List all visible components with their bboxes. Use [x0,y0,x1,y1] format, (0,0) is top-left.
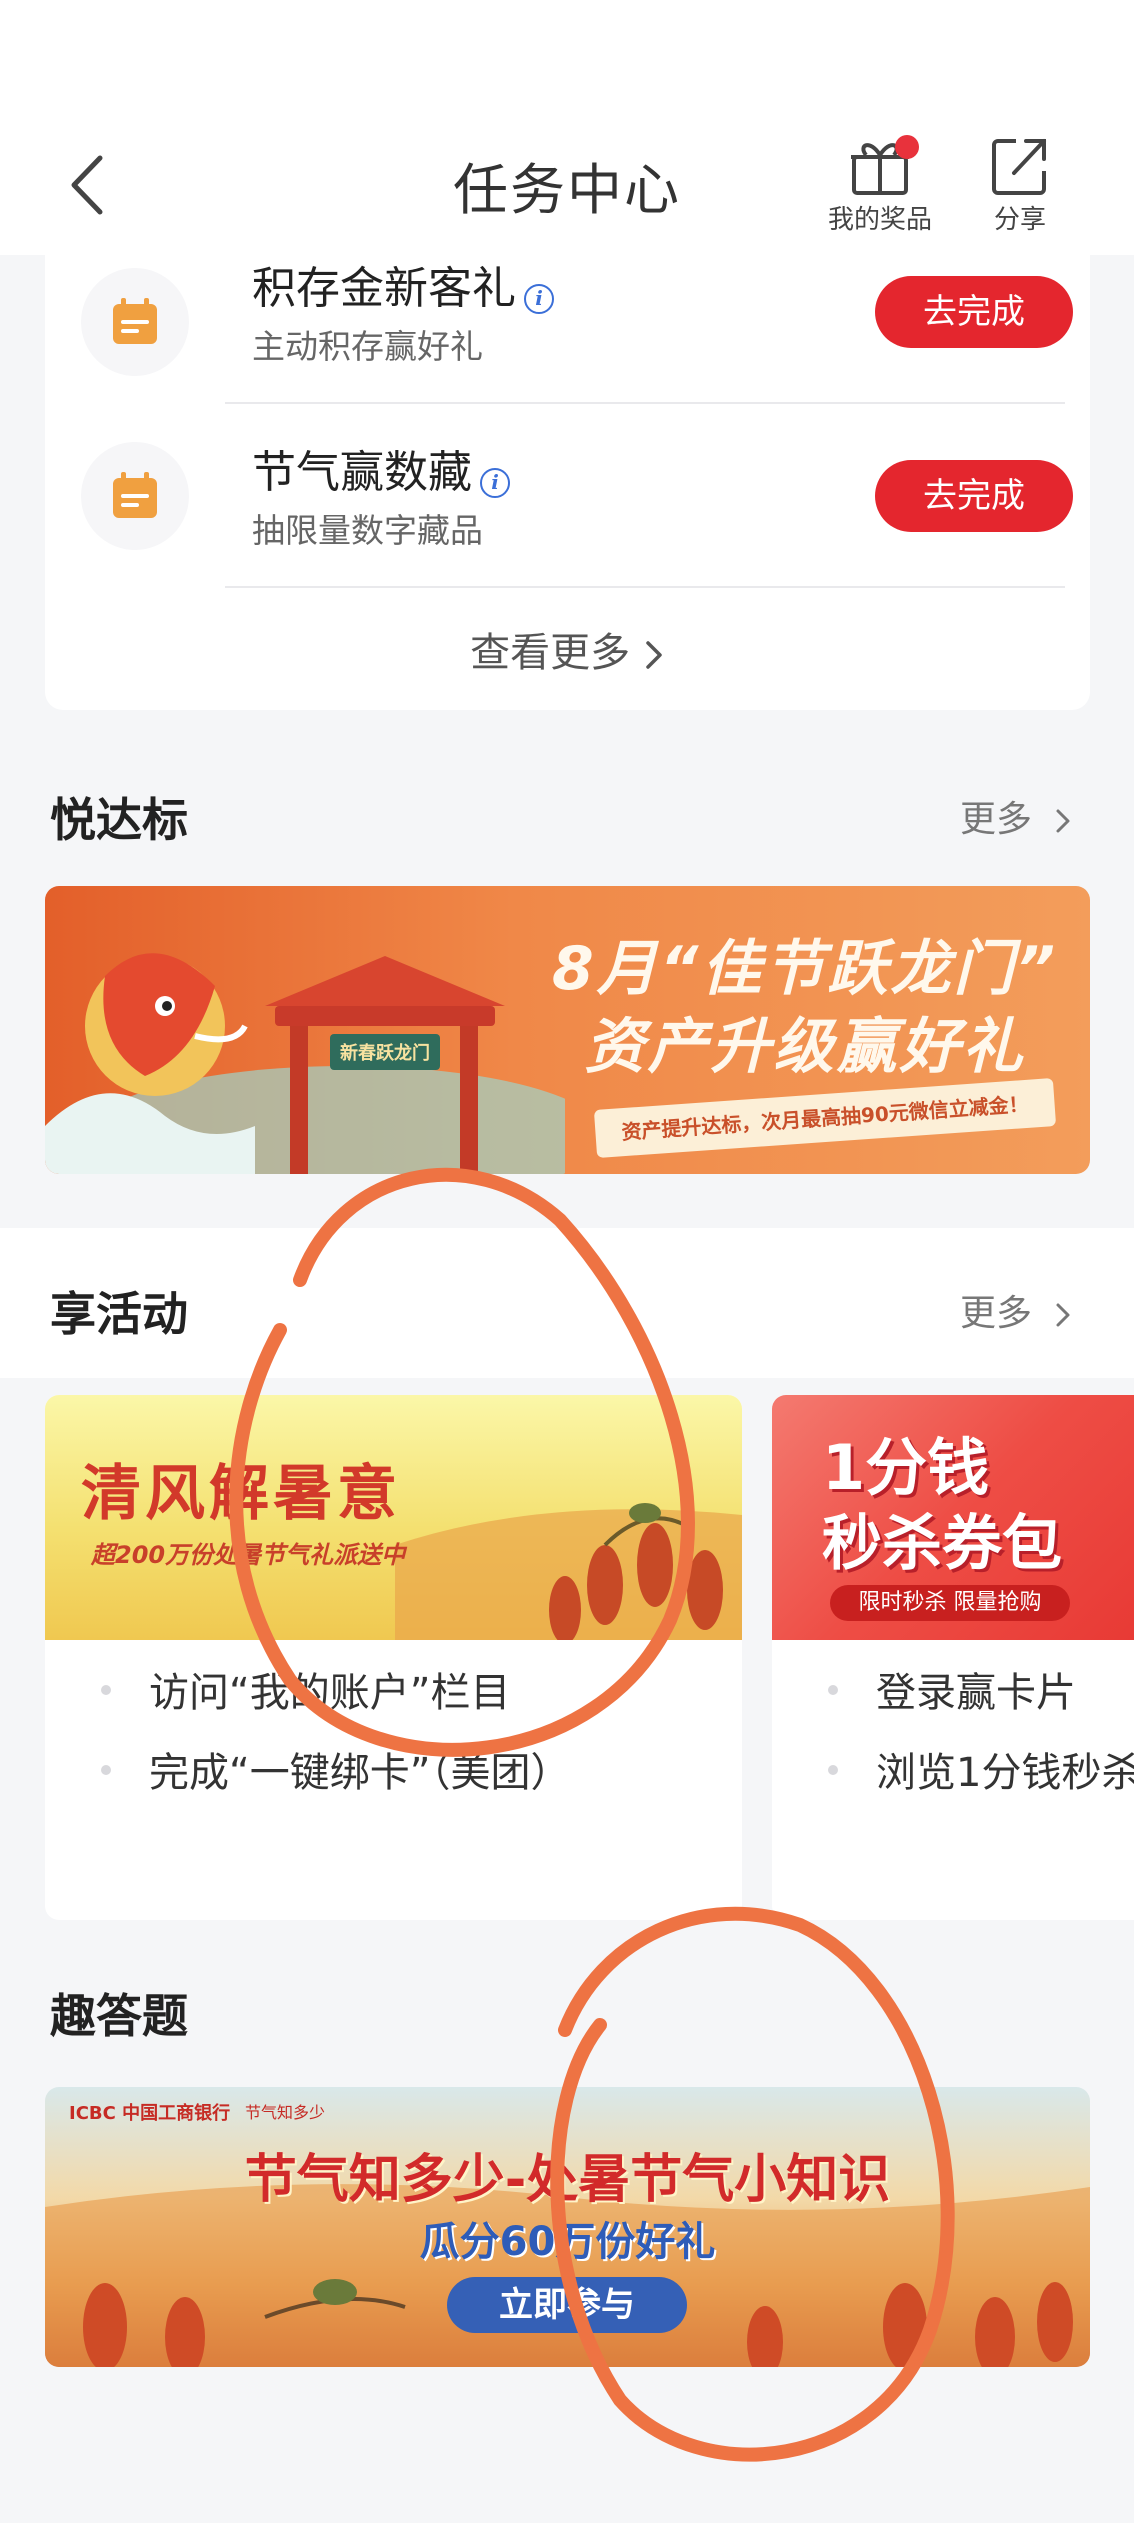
bullet-dot [101,1685,111,1695]
see-more-link[interactable]: 查看更多 [45,620,1090,678]
dragon-illustration: 新春跃龙门 [45,953,565,1174]
banner-ribbon: 资产提升达标，次月最高抽90元微信立减金！ [593,1078,1057,1158]
notification-dot [895,135,919,159]
activity-item: 完成“一键绑卡”（美团） [149,1750,571,1796]
calendar-icon [113,298,157,344]
more-link-xianghuodong[interactable]: 更多 [960,1284,1073,1336]
quiz-subtitle: 瓜分60万份好礼 [419,2219,716,2265]
my-prizes-button[interactable]: 我的奖品 [815,135,945,236]
activity-card[interactable]: 1分钱 秒杀券包 限时秒杀 限量抢购 登录赢卡片 浏览1分钱秒杀 [772,1395,1134,1920]
calendar-icon [113,472,157,518]
activity-banner-tag: 限时秒杀 限量抢购 [830,1585,1070,1621]
task-subtitle: 主动积存赢好礼 [252,327,483,366]
activity-banner-title: 清风解暑意 [81,1459,401,1529]
activity-banner-title: 秒杀券包 [822,1509,1062,1579]
complete-task-button[interactable]: 去完成 [875,276,1073,348]
more-label: 更多 [960,799,1033,840]
task-icon-container [81,442,189,550]
activity-banner-image: 1分钱 秒杀券包 限时秒杀 限量抢购 [772,1395,1134,1640]
more-link-yuedabiao[interactable]: 更多 [960,790,1073,842]
gate-sign-text: 新春跃龙门 [340,1042,430,1064]
banner-headline-2: 资产升级赢好礼 [584,1012,1026,1082]
section-title-xianghuodong: 享活动 [50,1287,188,1341]
join-now-button[interactable]: 立即参与 [447,2277,687,2333]
activity-item: 浏览1分钱秒杀 [876,1750,1134,1796]
task-title: 节气赢数藏 [252,447,472,498]
share-icon [992,139,1046,195]
divider [225,402,1065,404]
info-icon[interactable]: i [480,467,510,498]
task-title-row: 节气赢数藏 i [252,436,510,500]
share-button[interactable]: 分享 [955,135,1085,236]
activity-banner-subtitle: 超200万份处暑节气礼派送中 [91,1541,406,1569]
activity-item: 访问“我的账户”栏目 [149,1670,511,1716]
activity-banner-title: 1分钱 [822,1431,990,1504]
task-icon-container [81,268,189,376]
section-title-yuedabiao: 悦达标 [50,793,188,847]
complete-task-button[interactable]: 去完成 [875,460,1073,532]
bullet-dot [828,1685,838,1695]
section-title-qudati: 趣答题 [50,1989,188,2043]
my-prizes-label: 我的奖品 [827,205,932,235]
quiz-banner[interactable]: ICBC 中国工商银行 节气知多少 节气知多少-处暑节气小知识 瓜分60万份好礼… [45,2087,1090,2367]
activity-card[interactable]: 清风解暑意 超200万份处暑节气礼派送中 访问“我的账户”栏目 完成“一键绑卡”… [45,1395,742,1920]
task-title-row: 积存金新客礼 i [252,252,554,316]
task-title: 积存金新客礼 [252,263,516,314]
chevron-right-icon [646,641,662,669]
activity-item: 登录赢卡片 [876,1670,1076,1716]
dragon-gate-banner[interactable]: 新春跃龙门 8月“佳节跃龙门” 资产升级赢好礼 资产提升达标，次月最高抽90元微… [45,886,1090,1174]
share-label: 分享 [993,205,1046,235]
bullet-dot [101,1765,111,1775]
chevron-right-icon [1056,809,1070,833]
more-label: 更多 [960,1293,1033,1334]
info-icon[interactable]: i [524,283,554,314]
divider [225,586,1065,588]
banner-headline-1: 8月“佳节跃龙门” [551,934,1059,1004]
bullet-dot [828,1765,838,1775]
see-more-label: 查看更多 [470,630,631,676]
task-list-card: 积存金新客礼 i 主动积存赢好礼 去完成 节气赢数藏 i 抽限量数字藏品 去完成 查… [45,250,1090,710]
bank-logo-text: ICBC 中国工商银行 [69,2103,231,2124]
chevron-right-icon [1056,1303,1070,1327]
series-logo-text: 节气知多少 [245,2103,326,2122]
task-subtitle: 抽限量数字藏品 [252,511,483,550]
quiz-headline: 节气知多少-处暑节气小知识 [244,2150,891,2210]
activity-banner-image: 清风解暑意 超200万份处暑节气礼派送中 [45,1395,742,1640]
